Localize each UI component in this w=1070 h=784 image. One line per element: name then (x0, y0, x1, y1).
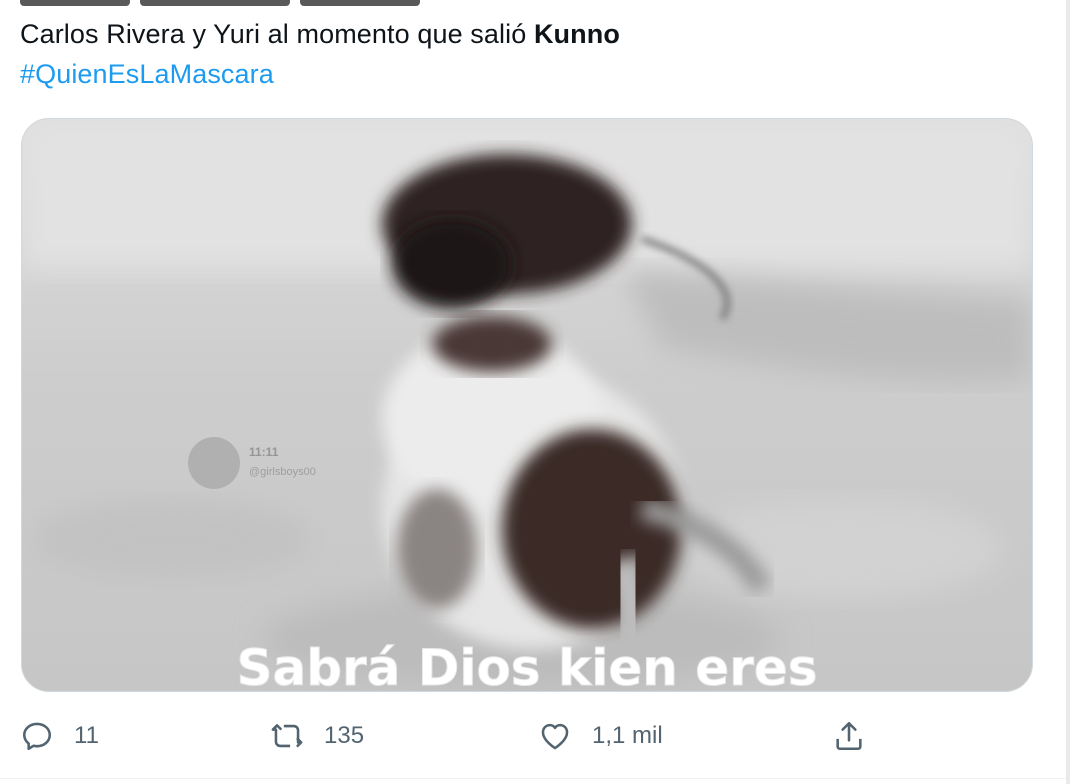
tweet-actions-bar: 11 135 1,1 mil (0, 706, 1070, 766)
meme-image: 11:11 @girlsboys00 Sabrá Dios kien eres (22, 119, 1032, 691)
tweet-text: Carlos Rivera y Yuri al momento que sali… (20, 14, 620, 94)
watermark-time: 11:11 (249, 445, 279, 459)
tweet-media-image[interactable]: 11:11 @girlsboys00 Sabrá Dios kien eres (21, 118, 1033, 692)
tweet-text-body: Carlos Rivera y Yuri al momento que sali… (20, 19, 534, 49)
previous-line-cutoff (20, 0, 480, 6)
meme-caption: Sabrá Dios kien eres (236, 639, 817, 691)
share-button[interactable] (832, 706, 866, 766)
retweet-icon (271, 724, 303, 748)
retweet-count: 135 (324, 722, 365, 749)
reply-icon (22, 722, 52, 751)
reply-button[interactable]: 11 (20, 706, 99, 766)
window-edge (1066, 0, 1070, 784)
retweet-button[interactable]: 135 (270, 706, 364, 766)
tweet-text-bold: Kunno (533, 19, 620, 49)
like-count: 1,1 mil (592, 722, 663, 749)
like-button[interactable]: 1,1 mil (538, 706, 663, 766)
share-icon (836, 721, 862, 751)
watermark-handle: @girlsboys00 (249, 466, 316, 478)
reply-count: 11 (74, 722, 99, 749)
divider (0, 778, 1070, 779)
hashtag-link[interactable]: #QuienEsLaMascara (20, 54, 620, 94)
heart-icon (541, 723, 569, 750)
